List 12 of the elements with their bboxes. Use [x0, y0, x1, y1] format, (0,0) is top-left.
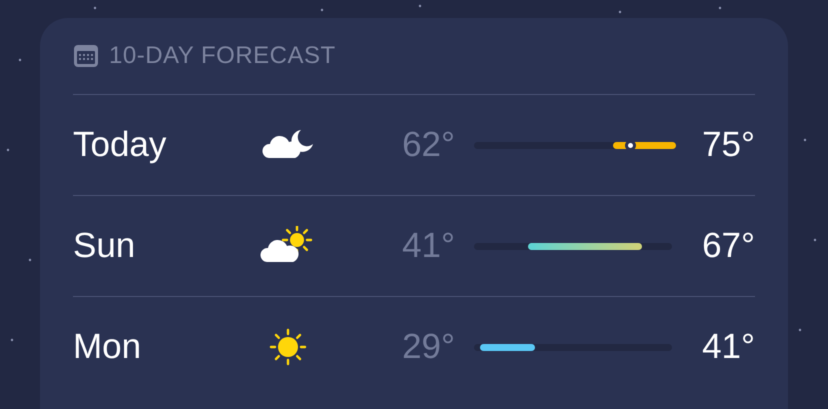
- day-label: Today: [73, 124, 168, 166]
- section-title: 10-DAY FORECAST: [109, 41, 336, 71]
- day-label: Mon: [73, 326, 142, 368]
- low-temperature: 62°: [401, 124, 455, 166]
- temperature-range-fill: [484, 344, 532, 350]
- day-label: Sun: [73, 224, 136, 267]
- calendar-icon: [73, 44, 99, 68]
- high-temperature: 75°: [701, 124, 755, 166]
- low-temperature: 41°: [401, 224, 455, 267]
- high-temperature: 41°: [701, 326, 755, 368]
- low-temperature: 29°: [401, 326, 455, 368]
- high-temperature: 67°: [701, 224, 755, 267]
